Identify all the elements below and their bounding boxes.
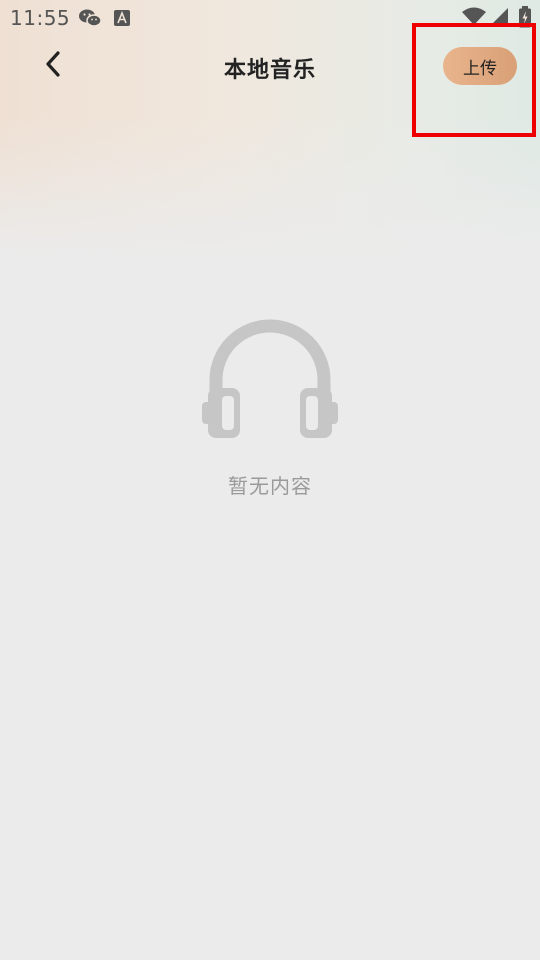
signal-icon: [490, 8, 508, 30]
app-bar: 本地音乐 上传: [0, 36, 540, 98]
upload-button[interactable]: 上传: [443, 47, 517, 85]
wechat-icon: [78, 8, 102, 32]
wifi-icon: [462, 7, 486, 29]
headphones-icon: [0, 310, 540, 440]
status-bar: 11:55: [0, 0, 540, 36]
status-time: 11:55: [10, 6, 71, 30]
empty-state-text: 暂无内容: [228, 474, 312, 498]
empty-state: 暂无内容: [0, 310, 540, 499]
battery-icon: [518, 6, 532, 32]
a-icon: [114, 10, 130, 30]
